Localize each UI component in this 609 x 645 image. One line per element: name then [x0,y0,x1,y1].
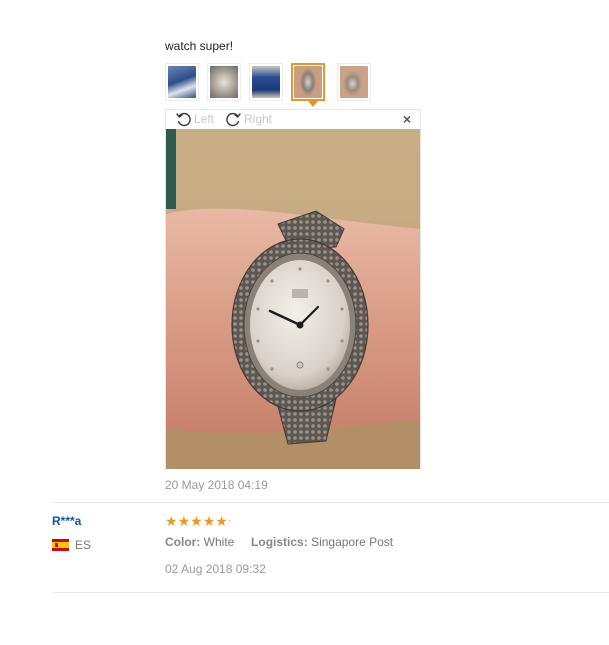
review-thumbnail-1[interactable] [165,63,199,101]
color-value: White [203,535,235,549]
star-icon: ★ [165,513,178,529]
review-photo [166,129,420,469]
review-divider [52,502,609,503]
star-icon: ★ [190,513,203,529]
review-date: 02 Aug 2018 09:32 [165,562,266,576]
review-divider [52,592,609,593]
review-text: watch super! [165,39,234,53]
star-icon: ★ [202,513,216,529]
star-icon: ★ [177,513,191,529]
review-thumbnail-4-selected[interactable] [291,63,325,101]
rating-dot: · [227,515,232,526]
logistics-label: Logistics: [251,535,308,549]
review-date: 20 May 2018 04:19 [165,478,268,492]
review-thumbnail-2[interactable] [207,63,241,101]
spain-flag-icon [52,539,69,551]
rotate-left-label: Left [194,112,215,126]
image-viewer: Left Right × [165,109,421,469]
logistics-value: Singapore Post [311,535,394,549]
watch-on-wrist-image [166,129,420,469]
viewer-toolbar: Left Right × [166,110,420,129]
rotate-left-icon [176,112,191,126]
close-icon[interactable]: × [403,112,411,126]
reviewer-name[interactable]: R***a [52,514,81,528]
star-rating: ★ ★ ★ ★ ★ · [165,514,231,528]
order-attributes: Color: White Logistics: Singapore Post [165,535,393,549]
reviewer-country: ES [75,538,92,552]
review-thumbnail-3[interactable] [249,63,283,101]
selected-thumbnail-pointer [308,101,318,107]
rotate-right-button[interactable]: Right [225,111,272,127]
rotate-right-icon [226,112,241,126]
review-thumbnail-5[interactable] [337,63,371,101]
rotate-left-button[interactable]: Left [175,111,214,127]
star-icon: ★ [215,513,228,529]
color-label: Color: [165,535,201,549]
rotate-right-label: Right [244,112,273,126]
